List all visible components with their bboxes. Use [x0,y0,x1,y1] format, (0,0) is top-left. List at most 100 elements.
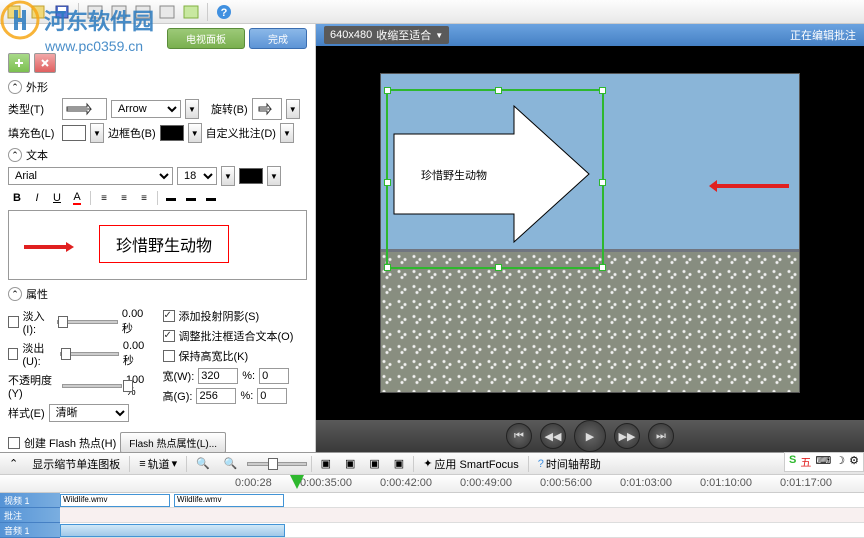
bold-btn[interactable]: B [8,189,26,207]
ime-moon-icon[interactable]: ☽ [835,454,845,470]
ime-s[interactable]: S [789,454,796,470]
custom-dropdown[interactable]: ▼ [280,123,294,143]
fontcolor-btn[interactable]: A [68,189,86,207]
time-mark: 0:00:56:00 [540,477,592,489]
shadow-label: 添加投射阴影(S) [179,308,260,324]
toolbar-btn-2[interactable] [28,2,48,22]
forward-btn[interactable]: ▶▶ [614,423,640,449]
italic-btn[interactable]: I [28,189,46,207]
type-dropdown[interactable]: ▼ [185,99,199,119]
toolbar-btn-8[interactable] [181,2,201,22]
rotate-dropdown[interactable]: ▼ [286,99,300,119]
tl-tool1[interactable]: ▣ [316,455,336,472]
rewind-btn[interactable]: ◀◀ [540,423,566,449]
tl-tool2[interactable]: ▣ [340,455,360,472]
tl-track[interactable]: ≡ 轨道 ▾ [134,454,182,474]
style-select[interactable]: 清晰 [49,404,129,422]
fontsize-select[interactable]: 18 [177,167,217,185]
clip[interactable]: Wildlife.wmv [174,494,284,507]
border-label: 边框色(B) [108,125,156,141]
shadow-cb[interactable] [163,310,175,322]
time-mark: 0:00:28 [235,477,272,489]
collapse-shape[interactable]: ⌃ [8,80,22,94]
fadein-slider[interactable] [57,320,118,324]
opacity-label: 不透明度(Y) [8,372,58,400]
save-icon[interactable] [52,2,72,22]
anno-track[interactable] [60,508,864,523]
audio-track[interactable] [60,523,864,538]
fadeout-cb[interactable] [8,348,18,360]
fadeout-slider[interactable] [60,352,119,356]
next-btn[interactable]: ⏭ [648,423,674,449]
ime-kb[interactable]: ⌨ [815,454,831,470]
valign-mid-btn[interactable]: ▬ [182,189,200,207]
tab-panel[interactable]: 电视面板 [167,28,245,49]
fontsize-dd[interactable]: ▼ [221,166,235,186]
track-audio-label[interactable]: 音频 1 [0,523,60,538]
height-pct[interactable] [257,388,287,404]
tl-tool3[interactable]: ▣ [364,455,384,472]
textcolor-dd[interactable]: ▼ [267,166,281,186]
preview-size-info[interactable]: 640x480 收缩至适合 ▼ [324,26,449,44]
border-color[interactable] [160,125,184,141]
track-video-label[interactable]: 视频 1 [0,493,60,508]
collapse-text[interactable]: ⌃ [8,148,22,162]
border-dropdown[interactable]: ▼ [188,123,202,143]
playhead[interactable] [290,475,304,491]
tl-smartfocus[interactable]: ✦ 应用 SmartFocus [418,454,524,474]
ime-toolbar[interactable]: S 五 ⌨ ☽ ⚙ [784,452,864,472]
fadein-cb[interactable] [8,316,19,328]
callout-shape[interactable]: 珍惜野生动物 [389,104,594,244]
clip[interactable]: Wildlife.wmv [60,494,170,507]
tl-zoomin[interactable]: 🔍 [191,455,215,472]
type-select[interactable]: Arrow [111,100,181,118]
opacity-slider[interactable] [62,384,122,388]
height-label: 高(G): [163,388,193,404]
ime-wu[interactable]: 五 [800,454,811,470]
flash-props-btn[interactable]: Flash 热点属性(L)... [120,432,226,452]
adjust-label: 调整批注框适合文本(O) [179,328,294,344]
underline-btn[interactable]: U [48,189,66,207]
tl-collapse[interactable]: ⌃ [4,455,23,472]
width-input[interactable] [198,368,238,384]
font-select[interactable]: Arial [8,167,173,185]
align-center-btn[interactable]: ≡ [115,189,133,207]
text-input-area[interactable]: 珍惜野生动物 [8,210,307,280]
textcolor[interactable] [239,168,263,184]
toolbar-btn-5[interactable] [109,2,129,22]
align-left-btn[interactable]: ≡ [95,189,113,207]
preview-canvas[interactable]: 珍惜野生动物 [316,46,864,420]
ime-gear-icon[interactable]: ⚙ [849,454,859,470]
align-right-btn[interactable]: ≡ [135,189,153,207]
flash-cb[interactable] [8,437,20,449]
video-track[interactable]: Wildlife.wmv Wildlife.wmv [60,493,864,508]
tl-showzoom[interactable]: 显示缩节单连图板 [27,454,125,474]
tl-tool4[interactable]: ▣ [389,455,409,472]
audio-clip[interactable] [60,524,285,537]
toolbar-btn-6[interactable] [133,2,153,22]
tl-help[interactable]: ? 时间轴帮助 [533,454,606,474]
adjust-cb[interactable] [163,330,175,342]
fill-color[interactable] [62,125,86,141]
play-btn[interactable]: ▶ [574,420,606,452]
valign-bot-btn[interactable]: ▬ [202,189,220,207]
track-anno-label[interactable]: 批注 [0,508,60,523]
height-input[interactable] [196,388,236,404]
toolbar-btn-4[interactable] [85,2,105,22]
fill-dropdown[interactable]: ▼ [90,123,104,143]
help-icon[interactable]: ? [214,2,234,22]
tab-done[interactable]: 完成 [249,28,307,49]
add-button[interactable] [8,53,30,73]
toolbar-btn-1[interactable] [4,2,24,22]
valign-top-btn[interactable]: ▬ [162,189,180,207]
timeline-ruler[interactable]: 0:00:28 0:00:35:00 0:00:42:00 0:00:49:00… [0,475,864,493]
preview-image: 珍惜野生动物 [380,73,800,393]
tl-zoom-slider[interactable] [247,462,307,466]
collapse-props[interactable]: ⌃ [8,287,22,301]
width-pct[interactable] [259,368,289,384]
delete-button[interactable] [34,53,56,73]
tl-zoomout[interactable]: 🔍 [219,455,243,472]
prev-btn[interactable]: ⏮ [506,423,532,449]
toolbar-btn-7[interactable] [157,2,177,22]
ratio-cb[interactable] [163,350,175,362]
